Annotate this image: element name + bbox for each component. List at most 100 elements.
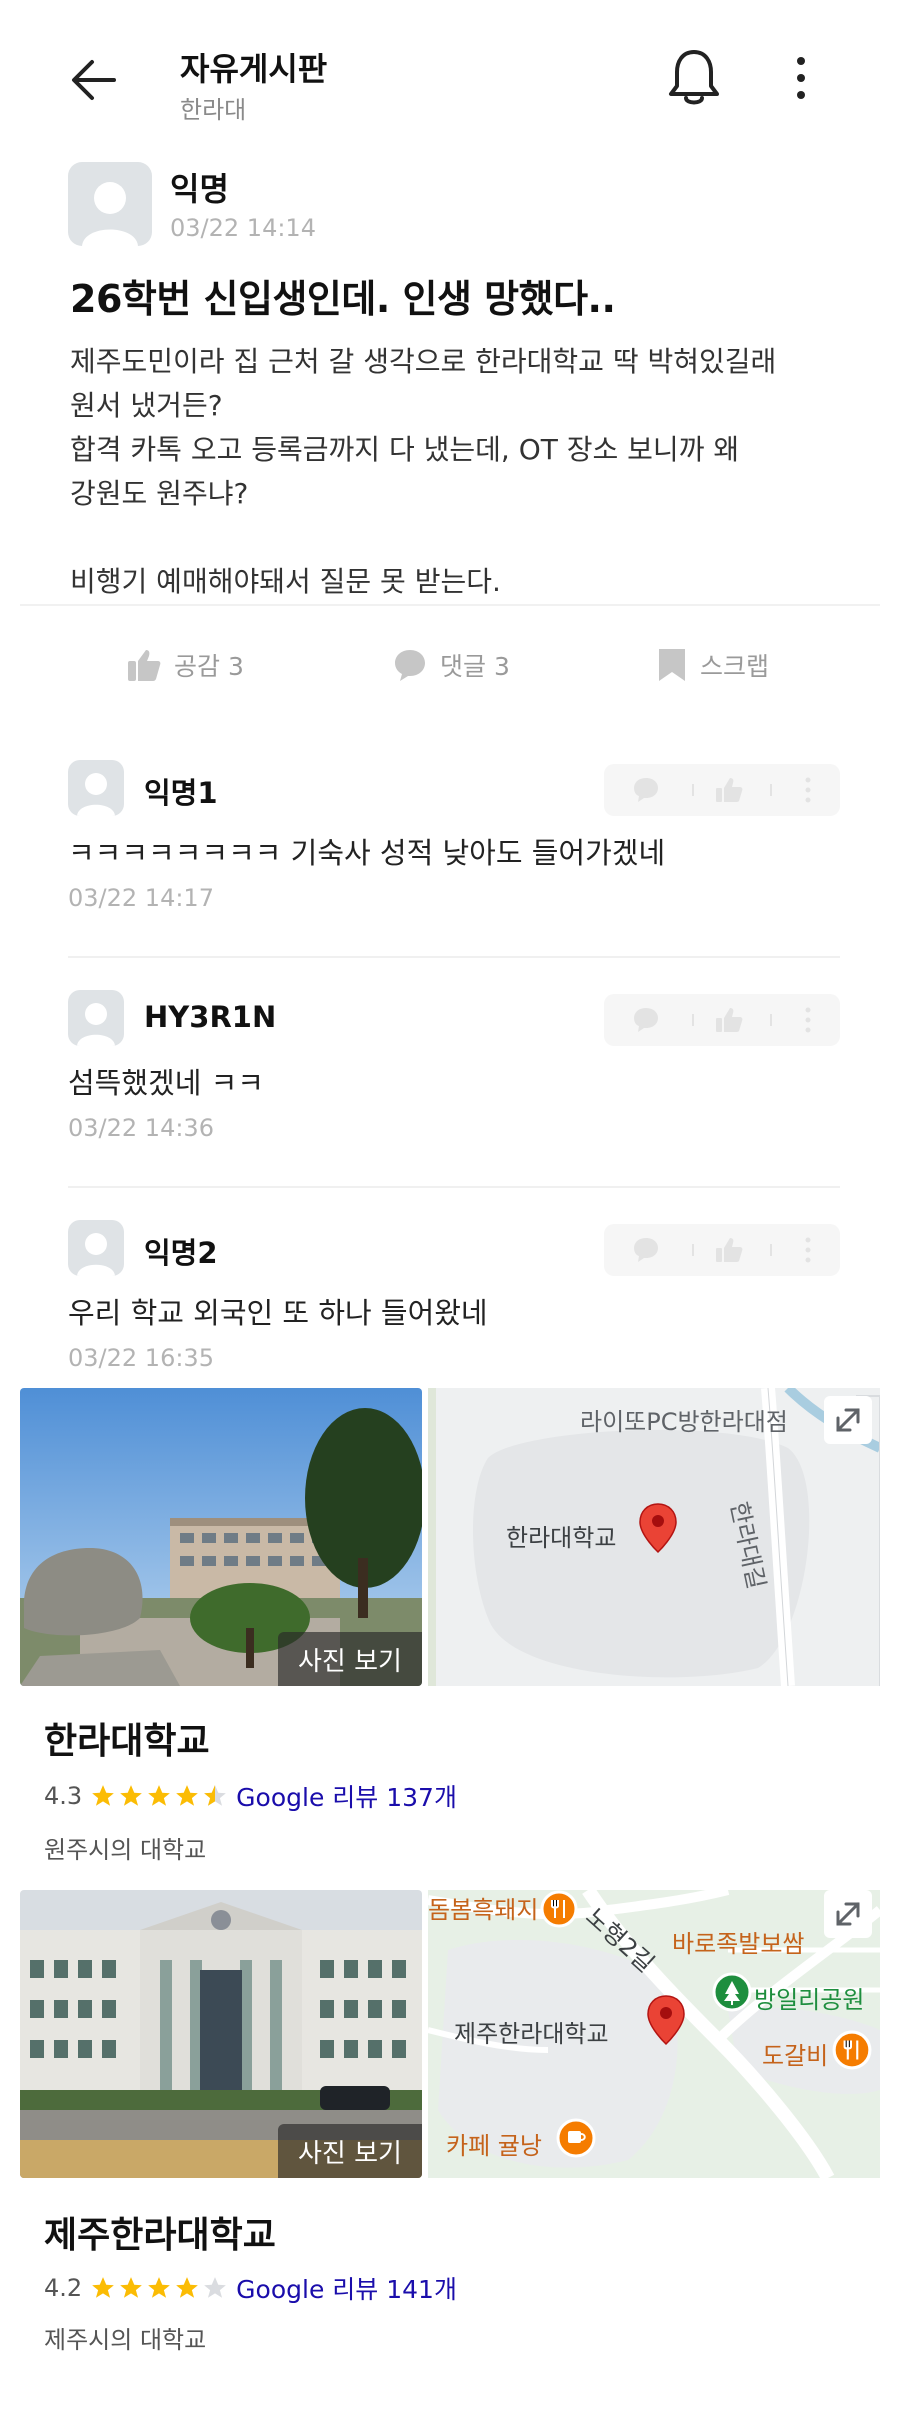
place-name[interactable]: 한라대학교: [44, 1712, 210, 1764]
scrap-button[interactable]: 스크랩: [656, 640, 769, 690]
post-body-line: [70, 516, 850, 560]
comment-author: 익명2: [144, 1236, 218, 1270]
more-vertical-icon: [797, 57, 805, 99]
comment-toolbar-icons: [634, 1237, 811, 1263]
post-author: 익명: [170, 170, 229, 208]
thumbs-up-icon[interactable]: [716, 1238, 743, 1262]
comment-avatar: [68, 990, 124, 1046]
like-count: 공감 3: [174, 652, 244, 681]
comment-author: 익명1: [144, 776, 218, 810]
place-photo[interactable]: 사진 보기: [20, 1388, 422, 1686]
star-icon: [120, 1785, 143, 1806]
comment-timestamp: 03/22 14:36: [68, 1114, 214, 1142]
map-poi-label: 도갈비: [762, 2042, 829, 2070]
expand-map-button[interactable]: [824, 1396, 872, 1444]
thumbs-up-icon[interactable]: [716, 778, 743, 802]
default-avatar-icon: [77, 1003, 115, 1046]
place-map[interactable]: 돔봄흑돼지 노형2길 바로족발보쌈 방일리공원 제주한라대학교 도갈비 카페 귤…: [428, 1890, 880, 2178]
rating-stars: [90, 1783, 228, 1809]
comment-count: 댓글 3: [440, 652, 510, 681]
comment-text: 섬뜩했겠네 ㅋㅋ: [68, 1066, 264, 1100]
divider: [20, 604, 880, 606]
star-half-icon: [204, 1785, 227, 1806]
star-icon: [148, 2277, 171, 2298]
post-body-line: 원서 냈거든?: [70, 389, 223, 422]
thumbs-up-icon: [128, 650, 161, 681]
comment-toolbar: [604, 1224, 840, 1276]
divider: [68, 956, 840, 958]
comment-item: 익명1 ㅋㅋㅋㅋㅋㅋㅋㅋ 기숙사 성적 낮아도 들어가겠네 03/22 14:1…: [68, 760, 840, 920]
comment-toolbar: [604, 994, 840, 1046]
map-cafe-label: 카페 귤낭: [446, 2132, 542, 2160]
view-photos-button[interactable]: 사진 보기: [278, 2124, 422, 2178]
park-marker-icon: [712, 1972, 752, 2012]
review-link[interactable]: Google 리뷰 141개: [236, 2270, 457, 2306]
default-avatar-icon: [77, 773, 115, 816]
place-rating-row: 4.3 Google 리뷰 137개: [44, 1778, 457, 1814]
map-poi-label: 바로족발보쌈: [672, 1930, 805, 1958]
comment-item: 익명2 우리 학교 외국인 또 하나 들어왔네 03/22 16:35: [68, 1220, 840, 1380]
expand-map-button[interactable]: [824, 1890, 872, 1938]
comment-author: HY3R1N: [144, 1000, 277, 1034]
comment-button[interactable]: 댓글 3: [392, 640, 510, 690]
reply-icon[interactable]: [634, 778, 658, 802]
school-name: 한라대: [180, 96, 247, 124]
comment-item: HY3R1N 섬뜩했겠네 ㅋㅋ 03/22 14:36: [68, 990, 840, 1150]
expand-icon: [836, 1902, 860, 1926]
post-body-line: 합격 카톡 오고 등록금까지 다 냈는데, OT 장소 보니까 왜: [70, 433, 740, 466]
comment-timestamp: 03/22 16:35: [68, 1344, 214, 1372]
star-icon: [176, 2277, 199, 2298]
comment-toolbar-icons: [634, 777, 811, 803]
expand-icon: [836, 1408, 860, 1432]
rating-value: 4.2: [44, 2274, 83, 2302]
default-avatar-icon: [77, 1233, 115, 1276]
comment-toolbar-icons: [634, 1007, 811, 1033]
reply-icon[interactable]: [634, 1008, 658, 1032]
speech-bubble-icon: [395, 650, 425, 681]
place-category: 원주시의 대학교: [44, 1836, 207, 1864]
place-name[interactable]: 제주한라대학교: [44, 2206, 276, 2258]
comment-text: 우리 학교 외국인 또 하나 들어왔네: [68, 1296, 488, 1330]
comment-timestamp: 03/22 14:17: [68, 884, 214, 912]
star-icon: [92, 1785, 115, 1806]
scrap-label: 스크랩: [700, 652, 770, 681]
star-icon: [176, 1785, 199, 1806]
star-icon: [148, 1785, 171, 1806]
post-body-line: 강원도 원주냐?: [70, 477, 249, 510]
map-pin-label: 제주한라대학교: [454, 2020, 609, 2048]
star-icon: [120, 2277, 143, 2298]
review-link[interactable]: Google 리뷰 137개: [236, 1778, 457, 1814]
reply-icon[interactable]: [634, 1238, 658, 1262]
post-title: 26학번 신입생인데. 인생 망했다..: [70, 277, 616, 321]
bell-icon: [669, 50, 719, 105]
bookmark-icon: [659, 649, 685, 681]
rating-stars: [90, 2275, 228, 2301]
notification-button[interactable]: [664, 46, 724, 110]
back-button[interactable]: [66, 52, 122, 108]
map-poi-label: 라이또PC방한라대점: [580, 1408, 788, 1436]
view-photos-button[interactable]: 사진 보기: [278, 1632, 422, 1686]
place-photo[interactable]: 사진 보기: [20, 1890, 422, 2178]
app-header: 자유게시판 한라대: [0, 0, 900, 150]
place-map[interactable]: 라이또PC방한라대점 한라대길 한라대학교: [428, 1388, 880, 1686]
post-body-line: 제주도민이라 집 근처 갈 생각으로 한라대학교 딱 박혀있길래: [70, 345, 777, 378]
more-vertical-icon[interactable]: [805, 1237, 811, 1263]
more-vertical-icon[interactable]: [805, 777, 811, 803]
post-timestamp: 03/22 14:14: [170, 214, 316, 242]
restaurant-marker-icon: [832, 2030, 872, 2070]
like-button[interactable]: 공감 3: [126, 640, 244, 690]
star-empty-icon: [204, 2277, 227, 2298]
comment-avatar: [68, 760, 124, 816]
place-rating-row: 4.2 Google 리뷰 141개: [44, 2270, 457, 2306]
post-author-avatar: [68, 162, 152, 246]
post-action-bar: 공감 3 댓글 3 스크랩: [0, 640, 900, 690]
comment-toolbar: [604, 764, 840, 816]
post-body: 제주도민이라 집 근처 갈 생각으로 한라대학교 딱 박혀있길래 원서 냈거든?…: [70, 340, 850, 604]
default-avatar-icon: [82, 182, 138, 246]
more-vertical-icon[interactable]: [805, 1007, 811, 1033]
comment-text: ㅋㅋㅋㅋㅋㅋㅋㅋ 기숙사 성적 낮아도 들어가겠네: [68, 836, 666, 870]
thumbs-up-icon[interactable]: [716, 1008, 743, 1032]
more-options-button[interactable]: [786, 54, 816, 104]
map-park-label: 방일리공원: [754, 1986, 865, 2014]
map-pin-label: 한라대학교: [506, 1524, 617, 1552]
